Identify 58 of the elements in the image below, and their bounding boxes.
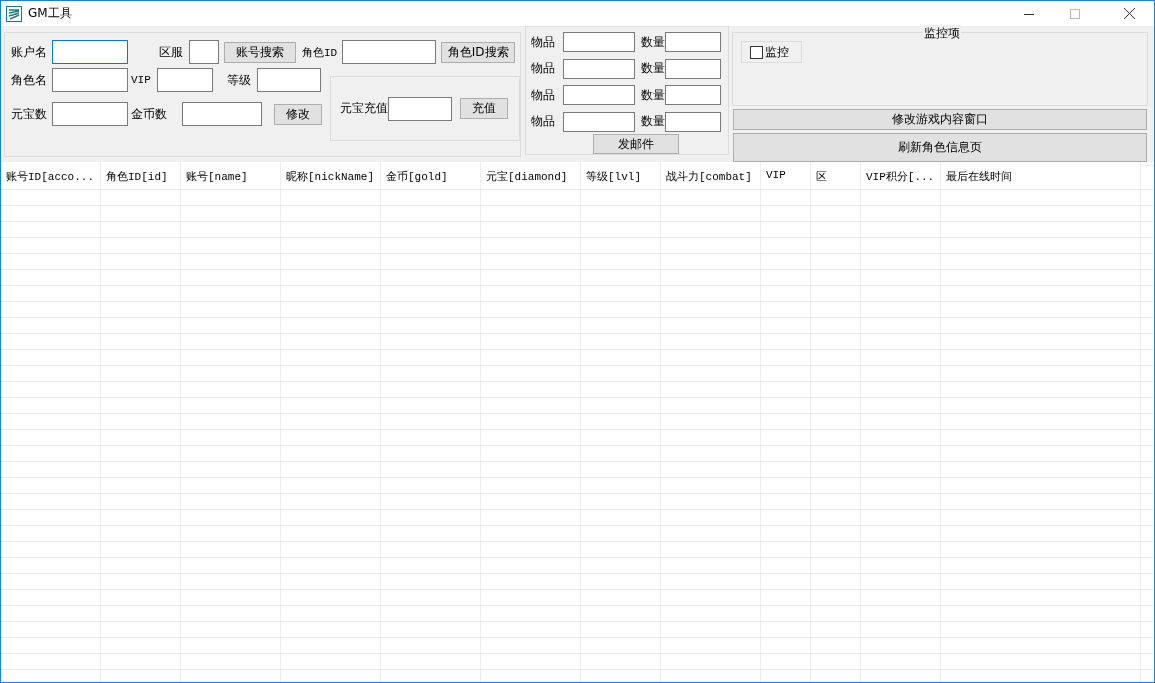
wide-button[interactable]: 刷新角色信息页 bbox=[733, 133, 1147, 162]
column-header[interactable]: 角色ID[id] bbox=[101, 162, 168, 184]
field-label: 元宝数 bbox=[11, 105, 48, 123]
column-header[interactable]: 区 bbox=[811, 162, 827, 184]
field-label: VIP bbox=[131, 74, 152, 86]
recharge-button[interactable]: 充值 bbox=[460, 98, 508, 119]
account-search-button[interactable]: 账号搜索 bbox=[224, 41, 296, 63]
field-label: 物品 bbox=[531, 60, 555, 77]
field-label: 数量 bbox=[641, 113, 665, 130]
window-title: GM工具 bbox=[28, 5, 72, 22]
column-header[interactable]: VIP积分[... bbox=[861, 162, 935, 184]
column-header[interactable]: 最后在线时间 bbox=[941, 162, 1012, 184]
column-header[interactable]: 金币[gold] bbox=[381, 162, 448, 184]
group-title: 监控项 bbox=[923, 25, 961, 42]
coin-count-field[interactable] bbox=[182, 102, 262, 126]
quantity-field[interactable] bbox=[665, 58, 721, 79]
recharge-field[interactable] bbox=[388, 96, 452, 121]
column-header[interactable]: 账号[name] bbox=[181, 162, 248, 184]
field-label: 角色ID bbox=[302, 45, 338, 60]
column-header[interactable]: 等级[lvl] bbox=[581, 162, 641, 184]
quantity-field[interactable] bbox=[665, 111, 721, 132]
field-label: 区服 bbox=[159, 43, 183, 61]
quantity-field[interactable] bbox=[665, 32, 721, 52]
role-id-search-button[interactable]: 角色ID搜索 bbox=[441, 41, 516, 63]
field-label: 账户名 bbox=[11, 43, 48, 61]
role-name-field[interactable] bbox=[52, 68, 128, 92]
item-field[interactable] bbox=[563, 58, 635, 79]
modify-button[interactable]: 修改 bbox=[274, 103, 322, 125]
column-header[interactable]: VIP bbox=[761, 162, 786, 181]
field-label: 金币数 bbox=[131, 105, 168, 123]
field-label: 数量 bbox=[641, 33, 665, 51]
field-label: 数量 bbox=[641, 86, 665, 104]
field-label: 等级 bbox=[227, 71, 251, 89]
column-header[interactable]: 元宝[diamond] bbox=[481, 162, 568, 184]
wide-button[interactable]: 修改游戏内容窗口 bbox=[733, 109, 1147, 130]
server-field[interactable] bbox=[189, 40, 219, 64]
item-field[interactable] bbox=[563, 32, 635, 52]
column-header[interactable]: 战斗力[combat] bbox=[661, 162, 752, 184]
column-header[interactable]: 账号ID[acco... bbox=[1, 162, 94, 184]
send-mail-button[interactable]: 发邮件 bbox=[593, 134, 679, 154]
level-field[interactable] bbox=[257, 68, 321, 92]
field-label: 物品 bbox=[531, 113, 555, 130]
account-name-field[interactable] bbox=[52, 40, 128, 64]
item-field[interactable] bbox=[563, 85, 635, 105]
monitor-checkbox[interactable]: 监控 bbox=[741, 41, 802, 63]
diamond-count-field[interactable] bbox=[52, 102, 128, 126]
field-label: 物品 bbox=[531, 86, 555, 104]
close-icon[interactable] bbox=[1124, 8, 1135, 19]
column-header[interactable]: 昵称[nickName] bbox=[281, 162, 374, 184]
app-logo-icon bbox=[6, 5, 22, 22]
item-field[interactable] bbox=[563, 111, 635, 132]
field-label: 数量 bbox=[641, 60, 665, 77]
quantity-field[interactable] bbox=[665, 85, 721, 105]
vip-field[interactable] bbox=[157, 68, 213, 92]
field-label: 元宝充值 bbox=[340, 100, 388, 117]
field-label: 角色名 bbox=[11, 71, 48, 89]
role-id-field[interactable] bbox=[342, 40, 437, 64]
field-label: 物品 bbox=[531, 33, 555, 51]
